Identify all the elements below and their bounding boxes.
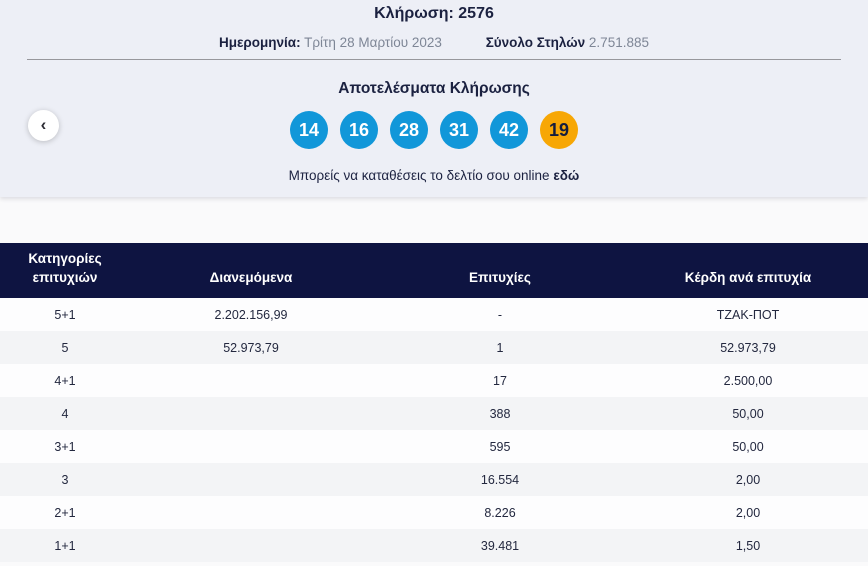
table-cell [130, 397, 372, 430]
table-cell: 4 [61, 406, 69, 421]
table-header-row: Κατηγορίες επιτυχιών Διανεμόμενα Επιτυχί… [0, 243, 868, 298]
table-cell: 52.973,79 [720, 340, 776, 355]
table-cell: ΤΖΑΚ-ΠΟΤ [716, 307, 780, 322]
draw-number-ball: 14 [290, 111, 328, 149]
total-columns-label: Σύνολο Στηλών [485, 35, 586, 50]
winnings-table-section: Κατηγορίες επιτυχιών Διανεμόμενα Επιτυχί… [0, 243, 868, 562]
table-cell: 5 [61, 340, 69, 355]
header-distributed: Διανεμόμενα [130, 243, 372, 298]
table-cell [130, 496, 372, 529]
chevron-left-icon: ‹ [40, 115, 47, 134]
table-cell: 4+1 [54, 373, 76, 388]
cta-line: Μπορείς να καταθέσεις το δελτίο σου onli… [0, 168, 868, 183]
table-cell: 50,00 [732, 439, 764, 454]
table-cell: 3+1 [54, 439, 76, 454]
table-cell: 2.500,00 [723, 373, 773, 388]
table-cell: 2,00 [735, 472, 761, 487]
draw-date-label: Ημερομηνία: [219, 35, 301, 50]
table-cell: 1 [496, 340, 504, 355]
draw-summary-card: Κλήρωση: 2576 Ημερομηνία: Τρίτη 28 Μαρτί… [0, 0, 868, 197]
table-cell: 2,00 [735, 505, 761, 520]
table-cell: 5+1 [54, 307, 76, 322]
table-row: 1+1 39.481 1,50 [0, 529, 868, 562]
cta-link[interactable]: εδώ [553, 168, 579, 183]
table-cell [130, 529, 372, 562]
draw-number: 2576 [458, 5, 494, 22]
table-cell [130, 430, 372, 463]
previous-draw-button[interactable]: ‹ [28, 110, 59, 141]
results-title: Αποτελέσματα Κλήρωσης [338, 80, 530, 97]
table-row: 5+1 2.202.156,99 - ΤΖΑΚ-ΠΟΤ [0, 298, 868, 331]
draw-title-label: Κλήρωση: [374, 5, 454, 22]
draw-date: Ημερομηνία: Τρίτη 28 Μαρτίου 2023 [219, 35, 442, 50]
header-categories-line2: επιτυχιών [32, 270, 98, 286]
draw-title: Κλήρωση: 2576 [0, 0, 868, 23]
joker-number-ball: 19 [540, 111, 578, 149]
table-cell: 388 [489, 406, 511, 421]
table-cell: 8.226 [484, 505, 516, 520]
table-cell: 1+1 [54, 538, 76, 553]
table-cell: 2.202.156,99 [214, 307, 288, 322]
drawn-numbers: 14 16 28 31 42 19 [0, 111, 868, 149]
draw-date-value: Τρίτη 28 Μαρτίου 2023 [304, 35, 442, 50]
table-cell: 595 [489, 439, 511, 454]
table-cell: 3 [61, 472, 69, 487]
header-categories-line1: Κατηγορίες [28, 250, 102, 266]
draw-number-ball: 42 [490, 111, 528, 149]
table-row: 5 52.973,79 1 52.973,79 [0, 331, 868, 364]
draw-number-ball: 16 [340, 111, 378, 149]
draw-number-ball: 31 [440, 111, 478, 149]
table-cell: 16.554 [480, 472, 520, 487]
draw-meta: Ημερομηνία: Τρίτη 28 Μαρτίου 2023 Σύνολο… [0, 35, 868, 50]
divider [27, 59, 841, 60]
header-prize-per-win: Κέρδη ανά επιτυχία [628, 243, 868, 298]
table-cell: 39.481 [480, 538, 520, 553]
table-cell: 1,50 [735, 538, 761, 553]
table-row: 4+1 17 2.500,00 [0, 364, 868, 397]
table-cell: 52.973,79 [223, 340, 279, 355]
total-columns-value: 2.751.885 [588, 35, 649, 50]
draw-number-ball: 28 [390, 111, 428, 149]
total-columns: Σύνολο Στηλών 2.751.885 [486, 35, 649, 50]
winnings-table: Κατηγορίες επιτυχιών Διανεμόμενα Επιτυχί… [0, 243, 868, 562]
header-winners: Επιτυχίες [372, 243, 628, 298]
table-row: 3 16.554 2,00 [0, 463, 868, 496]
table-row: 4 388 50,00 [0, 397, 868, 430]
table-cell: 17 [493, 373, 507, 388]
table-cell [130, 463, 372, 496]
table-row: 2+1 8.226 2,00 [0, 496, 868, 529]
table-cell [130, 364, 372, 397]
table-row: 3+1 595 50,00 [0, 430, 868, 463]
table-cell: 2+1 [54, 505, 76, 520]
table-cell: - [497, 307, 503, 322]
table-cell: 50,00 [732, 406, 764, 421]
cta-text: Μπορείς να καταθέσεις το δελτίο σου onli… [288, 168, 550, 183]
header-categories: Κατηγορίες επιτυχιών [0, 243, 130, 298]
